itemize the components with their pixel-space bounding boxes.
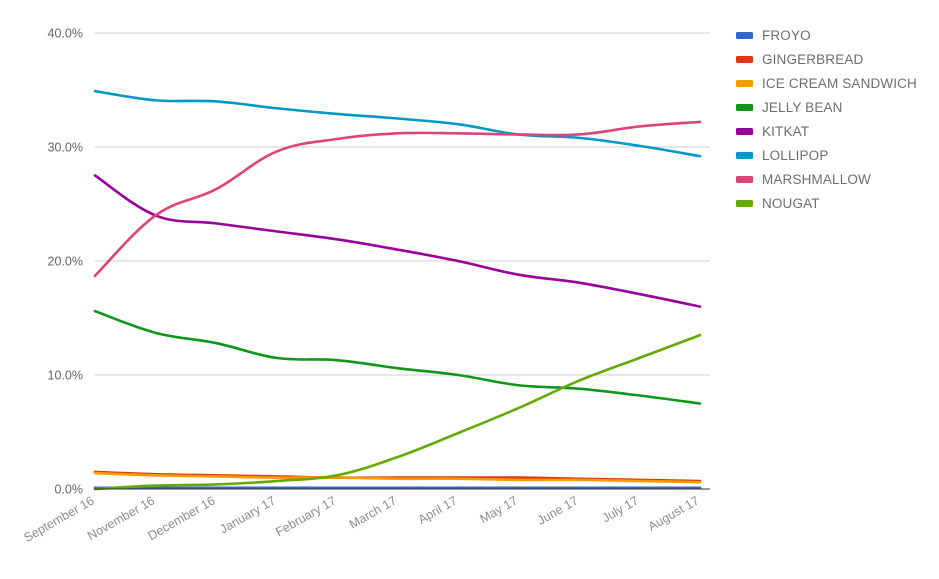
android-version-distribution-chart: 0.0% 10.0% 20.0% 30.0% 40.0% September 16 Nov…: [0, 0, 939, 579]
legend-item-label: ICE CREAM SANDWICH: [762, 75, 917, 91]
legend-item-label: MARSHMALLOW: [762, 171, 871, 187]
x-axis-tick-label: May 17: [477, 493, 520, 526]
y-axis-tick-label: 40.0%: [48, 27, 83, 41]
x-axis-tick-label: August 17: [646, 493, 702, 533]
y-axis-tick-label: 10.0%: [48, 369, 83, 383]
series-line-marshmallow: [93, 120, 702, 278]
x-axis-tick-label: March 17: [347, 493, 399, 531]
x-axis-tick-label: December 16: [146, 493, 218, 543]
y-axis-tick-label: 0.0%: [55, 483, 84, 497]
legend-item-label: NOUGAT: [762, 195, 820, 211]
legend-item-lollipop[interactable]: LOLLIPOP: [736, 143, 936, 167]
legend-item-label: LOLLIPOP: [762, 147, 829, 163]
series-line-nougat: [93, 333, 702, 491]
x-axis-tick-label: November 16: [85, 493, 157, 543]
x-axis-tick-label: February 17: [273, 493, 338, 539]
legend-color-swatch-icon: [736, 199, 753, 207]
x-axis-tick-label: January 17: [217, 493, 278, 536]
x-axis-tick-labels: September 16November 16December 16 Januar…: [21, 493, 701, 544]
legend-color-swatch-icon: [736, 127, 753, 135]
legend-color-swatch-icon: [736, 79, 753, 87]
series-line-kitkat: [93, 174, 702, 308]
legend-item-jelly-bean[interactable]: JELLY BEAN: [736, 95, 936, 119]
series-line-lollipop: [93, 89, 702, 158]
legend-item-label: KITKAT: [762, 123, 810, 139]
data-series-lines: [93, 89, 702, 491]
legend-color-swatch-icon: [736, 151, 753, 159]
legend-item-label: FROYO: [762, 27, 811, 43]
legend-item-nougat[interactable]: NOUGAT: [736, 191, 936, 215]
x-axis-tick-label: June 17: [535, 493, 581, 527]
chart-legend: FROYO GINGERBREAD ICE CREAM SANDWICH JELLY …: [736, 23, 936, 215]
legend-item-froyo[interactable]: FROYO: [736, 23, 936, 47]
y-axis-tick-label: 30.0%: [48, 141, 83, 155]
gridlines: [95, 32, 710, 376]
legend-color-swatch-icon: [736, 103, 753, 111]
legend-color-swatch-icon: [736, 31, 753, 39]
legend-color-swatch-icon: [736, 175, 753, 183]
legend-item-ice-cream-sandwich[interactable]: ICE CREAM SANDWICH: [736, 71, 936, 95]
legend-item-label: JELLY BEAN: [762, 99, 843, 115]
x-axis-tick-label: September 16: [21, 493, 96, 544]
legend-item-kitkat[interactable]: KITKAT: [736, 119, 936, 143]
legend-color-swatch-icon: [736, 55, 753, 63]
y-axis-tick-label: 20.0%: [48, 255, 83, 269]
x-axis-tick-label: July 17: [600, 493, 641, 525]
x-axis-tick-label: April 17: [416, 493, 460, 526]
y-axis-tick-labels: 0.0% 10.0% 20.0% 30.0% 40.0%: [48, 27, 83, 497]
series-line-jelly-bean: [93, 309, 702, 405]
legend-item-gingerbread[interactable]: GINGERBREAD: [736, 47, 936, 71]
legend-item-marshmallow[interactable]: MARSHMALLOW: [736, 167, 936, 191]
legend-item-label: GINGERBREAD: [762, 51, 864, 67]
